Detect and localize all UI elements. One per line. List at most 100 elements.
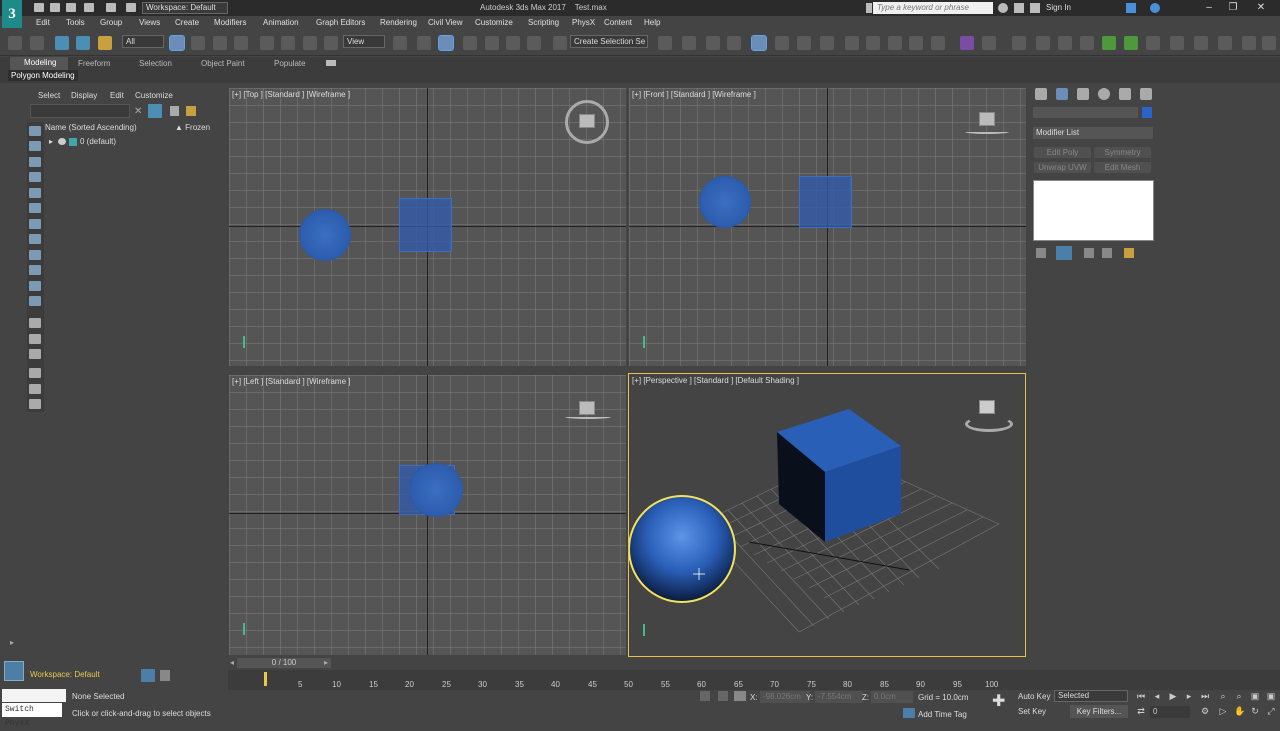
menu-customize[interactable]: Customize	[475, 18, 513, 27]
help-search-input[interactable]: Type a keyword or phrase	[873, 2, 993, 14]
app-logo-icon[interactable]: 3	[2, 0, 22, 28]
close-icon[interactable]: ✕	[1250, 0, 1272, 16]
explorer-column-header[interactable]: Name (Sorted Ascending) ▲ Frozen	[45, 123, 226, 134]
ribbon-tab-object-paint[interactable]: Object Paint	[201, 59, 245, 70]
edit-poly-button[interactable]: Edit Poly	[1034, 147, 1091, 158]
systems-icon[interactable]	[1218, 36, 1232, 50]
sphere-wireframe[interactable]	[409, 463, 463, 517]
save-file-icon[interactable]	[66, 3, 76, 12]
window-crossing-icon[interactable]	[234, 36, 248, 50]
explorer-menu-customize[interactable]: Customize	[135, 91, 173, 100]
redo-icon[interactable]	[106, 3, 116, 12]
viewport-left[interactable]: [+] [Left ] [Standard ] [Wireframe ]	[229, 375, 626, 655]
clear-search-icon[interactable]: ✕	[134, 106, 142, 117]
viewport-left-label[interactable]: [+] [Left ] [Standard ] [Wireframe ]	[232, 377, 351, 386]
display-helpers-icon[interactable]	[29, 203, 41, 213]
layer-explorer-icon[interactable]	[727, 36, 741, 50]
explorer-menu-edit[interactable]: Edit	[110, 91, 124, 100]
move-icon[interactable]	[260, 36, 274, 50]
time-slider-next-icon[interactable]: ▸	[324, 658, 328, 667]
communication-icon[interactable]	[1030, 3, 1040, 13]
viewcube-ring-icon[interactable]	[565, 415, 611, 419]
viewcube-icon[interactable]	[979, 112, 995, 126]
pin-icon[interactable]	[186, 106, 196, 116]
selection-lock-icon[interactable]	[718, 691, 728, 701]
next-frame-icon[interactable]: ▸	[1184, 691, 1194, 701]
menu-scripting[interactable]: Scripting	[528, 18, 559, 27]
make-unique-icon[interactable]	[1084, 248, 1094, 258]
link-icon[interactable]	[55, 36, 69, 50]
zoom-all-icon[interactable]: ⌕	[1234, 691, 1244, 701]
layer-row[interactable]: ▸ 0 (default)	[45, 137, 226, 148]
modifier-list-dropdown[interactable]: Modifier List	[1033, 127, 1153, 139]
filter-icon[interactable]	[148, 104, 162, 118]
open-file-icon[interactable]	[50, 3, 60, 12]
menu-graph-editors[interactable]: Graph Editors	[316, 18, 365, 27]
display-groups-icon[interactable]	[29, 234, 41, 244]
menu-group[interactable]: Group	[100, 18, 122, 27]
sphere-selected[interactable]	[629, 495, 736, 603]
explorer-menu-select[interactable]: Select	[38, 91, 60, 100]
render-cloud-icon[interactable]	[931, 36, 945, 50]
modify-tool-icon[interactable]	[1146, 36, 1160, 50]
foliage-icon[interactable]	[1124, 36, 1138, 50]
minimize-icon[interactable]: –	[1198, 0, 1220, 16]
explorer-menu-display[interactable]: Display	[71, 91, 97, 100]
display-containers-icon[interactable]	[29, 281, 41, 291]
orbit-icon[interactable]: ↻	[1250, 706, 1260, 716]
display-bones-icon[interactable]	[29, 265, 41, 275]
goto-start-icon[interactable]: ⏮	[1136, 691, 1146, 701]
curve-editor-icon[interactable]	[775, 36, 789, 50]
menu-edit[interactable]: Edit	[36, 18, 50, 27]
menu-rendering[interactable]: Rendering	[380, 18, 417, 27]
menu-civil-view[interactable]: Civil View	[428, 18, 463, 27]
scene-explorer-icon[interactable]	[160, 670, 170, 681]
scene-explorer-toggle-icon[interactable]	[706, 36, 720, 50]
space-warps-icon[interactable]	[1242, 36, 1256, 50]
show-end-result-icon[interactable]	[1056, 246, 1072, 260]
project-folder-icon[interactable]	[126, 3, 136, 12]
time-marker[interactable]	[264, 672, 267, 686]
viewcube-icon[interactable]	[579, 401, 595, 415]
object-name-field[interactable]	[1033, 107, 1138, 118]
container-icon[interactable]	[1012, 36, 1026, 50]
ribbon-tab-freeform[interactable]: Freeform	[78, 59, 110, 70]
viewport-top[interactable]: [+] [Top ] [Standard ] [Wireframe ]	[229, 88, 626, 366]
coord-z-field[interactable]: 0.0cm	[871, 691, 913, 703]
motion-tab-icon[interactable]	[1098, 88, 1110, 100]
unwrap-uvw-button[interactable]: Unwrap UVW	[1034, 162, 1091, 173]
ribbon-tab-modeling[interactable]: Modeling	[10, 57, 68, 70]
scale-icon[interactable]	[303, 36, 317, 50]
display-spacewarps-icon[interactable]	[29, 219, 41, 229]
keyboard-shortcut-override-icon[interactable]	[438, 35, 454, 51]
time-slider[interactable]: 0 / 100	[237, 658, 331, 668]
menu-create[interactable]: Create	[175, 18, 199, 27]
viewcube-ring-icon[interactable]	[965, 416, 1013, 432]
display-all-icon[interactable]	[29, 126, 41, 136]
sign-in-link[interactable]: Sign In	[1046, 3, 1071, 12]
maximize-viewport-icon[interactable]: ⤢	[1266, 706, 1276, 716]
set-key-large-icon[interactable]: ✚	[992, 694, 1008, 710]
menu-animation[interactable]: Animation	[263, 18, 299, 27]
zoom-extents-all-icon[interactable]: ▣	[1266, 691, 1276, 701]
helpers-icon[interactable]	[1194, 36, 1208, 50]
goto-end-icon[interactable]: ⏭	[1200, 691, 1210, 701]
time-config-icon[interactable]: ⚙	[1200, 706, 1210, 716]
viewport-layout-icon[interactable]	[1170, 36, 1184, 50]
lock-icon[interactable]	[170, 106, 179, 116]
pin-stack-icon[interactable]	[1036, 248, 1046, 258]
redo-toolbar-icon[interactable]	[30, 36, 44, 50]
display-cameras-icon[interactable]	[29, 188, 41, 198]
shapes-icon[interactable]	[1058, 36, 1072, 50]
populate-icon[interactable]	[1102, 36, 1116, 50]
field-of-view-icon[interactable]: ▷	[1218, 706, 1228, 716]
display-frozen-icon[interactable]	[29, 296, 41, 306]
ribbon-tab-populate[interactable]: Populate	[274, 59, 306, 70]
zoom-icon[interactable]: ⌕	[1218, 691, 1228, 701]
viewcube-icon[interactable]	[579, 114, 595, 128]
zoom-extents-icon[interactable]: ▣	[1250, 691, 1260, 701]
sync-selection-icon[interactable]	[29, 399, 41, 409]
ribbon-tab-selection[interactable]: Selection	[139, 59, 172, 70]
select-all-icon[interactable]	[29, 368, 41, 378]
menu-content[interactable]: Content	[604, 18, 632, 27]
